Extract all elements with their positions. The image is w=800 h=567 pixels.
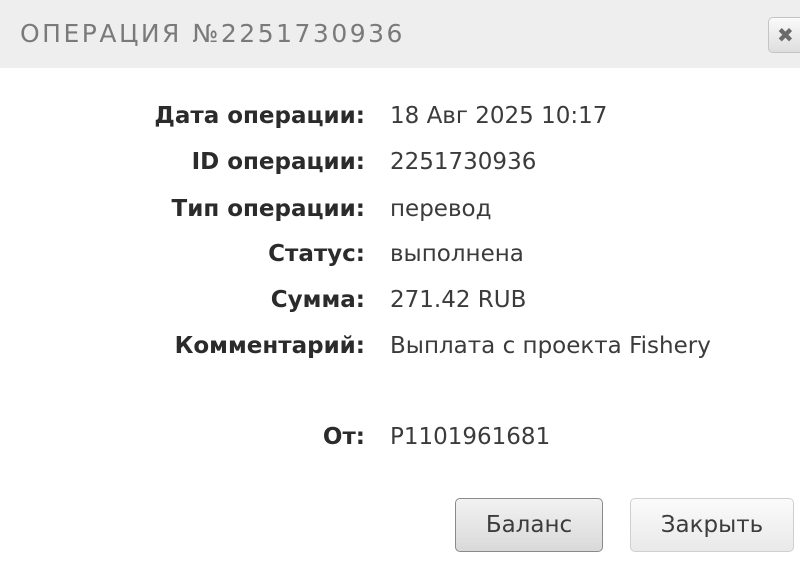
- field-label-type: Тип операции:: [171, 196, 365, 222]
- field-label-from: От:: [322, 424, 365, 450]
- field-value-date: 18 Авг 2025 10:17: [390, 103, 608, 129]
- field-label-comment: Комментарий:: [174, 333, 365, 359]
- field-value-comment: Выплата с проекта Fishery: [390, 333, 711, 359]
- field-row-date: Дата операции: 18 Авг 2025 10:17: [0, 99, 800, 133]
- field-label-id: ID операции:: [191, 149, 365, 175]
- field-label-amount: Сумма:: [270, 287, 365, 313]
- field-value-amount: 271.42 RUB: [390, 287, 527, 313]
- balance-button[interactable]: Баланс: [455, 498, 603, 552]
- field-label-status: Статус:: [268, 241, 365, 267]
- close-button[interactable]: Закрыть: [630, 498, 794, 552]
- close-icon[interactable]: ✖: [768, 17, 800, 53]
- field-row-status: Статус: выполнена: [0, 237, 800, 271]
- field-label-date: Дата операции:: [154, 103, 365, 129]
- field-row-amount: Сумма: 271.42 RUB: [0, 283, 800, 317]
- operation-dialog: ОПЕРАЦИЯ №2251730936 ✖ Дата операции: 18…: [0, 0, 800, 567]
- field-value-from: P1101961681: [390, 424, 551, 450]
- field-value-status: выполнена: [390, 241, 524, 267]
- field-row-from: От: P1101961681: [0, 420, 800, 454]
- field-row-comment: Комментарий: Выплата с проекта Fishery: [0, 329, 800, 363]
- field-value-id: 2251730936: [390, 149, 537, 175]
- field-row-id: ID операции: 2251730936: [0, 145, 800, 179]
- field-value-type: перевод: [390, 196, 492, 222]
- field-row-type: Тип операции: перевод: [0, 192, 800, 226]
- dialog-titlebar: ОПЕРАЦИЯ №2251730936 ✖: [0, 0, 800, 68]
- dialog-title: ОПЕРАЦИЯ №2251730936: [20, 19, 405, 48]
